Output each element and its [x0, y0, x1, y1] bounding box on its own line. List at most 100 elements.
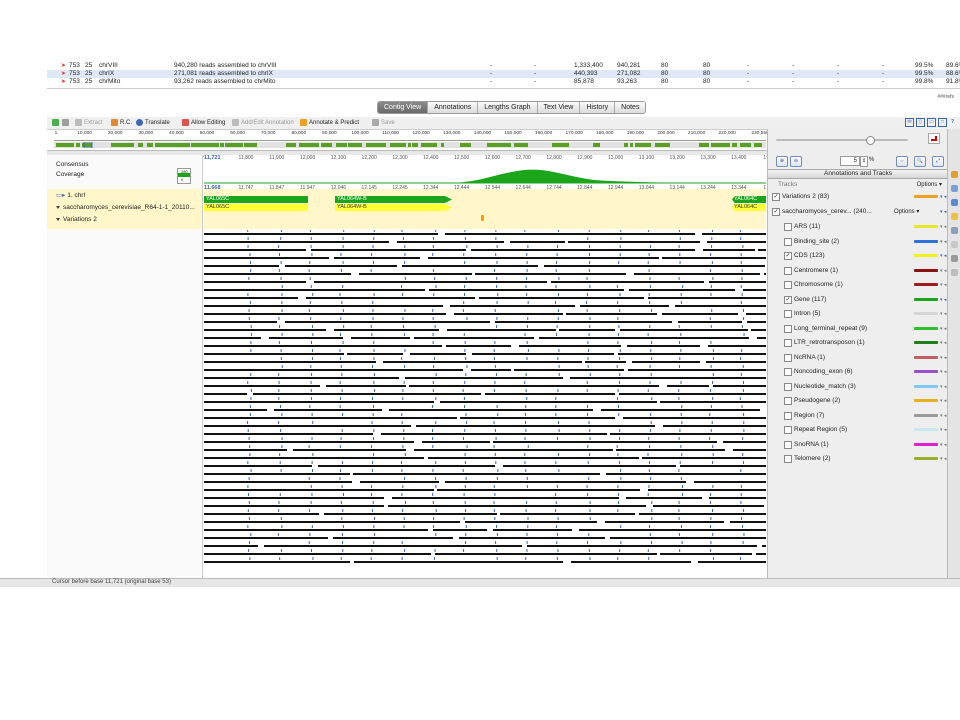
read-bar[interactable] [757, 337, 766, 339]
read-bar[interactable] [264, 545, 522, 547]
read-bar[interactable] [639, 513, 766, 515]
track-row[interactable]: ARS (11) ▾ ◂ ▸ [772, 221, 950, 233]
read-bar[interactable] [493, 441, 717, 443]
back-button[interactable] [52, 118, 61, 128]
zoom-slider-knob[interactable] [866, 136, 875, 145]
track-row[interactable]: Pseudogene (2) ▾ ◂ ▸ [772, 395, 950, 407]
read-bar[interactable] [204, 289, 425, 291]
track-checkbox[interactable]: ✓ [784, 252, 792, 260]
read-bar[interactable] [648, 297, 766, 299]
read-bar[interactable] [450, 305, 575, 307]
read-bar[interactable] [409, 385, 659, 387]
track-row[interactable]: Nucleotide_match (3) ▾ ◂ ▸ [772, 381, 950, 393]
read-bar[interactable] [428, 257, 659, 259]
read-bar[interactable] [648, 489, 766, 491]
read-bar[interactable] [414, 449, 613, 451]
track-checkbox[interactable] [784, 397, 792, 405]
track-checkbox[interactable] [784, 455, 792, 463]
read-bar[interactable] [204, 265, 279, 267]
read-bar[interactable] [204, 561, 350, 563]
track-color-swatch[interactable] [914, 326, 938, 330]
read-bar[interactable] [204, 361, 376, 363]
read-bar[interactable] [311, 249, 466, 251]
read-bar[interactable] [204, 489, 434, 491]
read-bar[interactable] [706, 361, 766, 363]
overview-track[interactable] [54, 142, 766, 148]
read-bar[interactable] [435, 553, 657, 555]
read-bar[interactable] [460, 417, 615, 419]
read-bar[interactable] [204, 529, 428, 531]
read-bar[interactable] [579, 529, 766, 531]
read-bar[interactable] [743, 289, 766, 291]
save-button[interactable]: Save [372, 118, 395, 128]
read-bar[interactable] [618, 353, 766, 355]
read-bar[interactable] [580, 305, 669, 307]
reverse-complement-button[interactable]: R.C. [111, 118, 132, 128]
read-bar[interactable] [495, 321, 672, 323]
read-bar[interactable] [318, 465, 495, 467]
home-icon[interactable] [951, 171, 958, 178]
read-bar[interactable] [440, 401, 657, 403]
read-bar[interactable] [392, 497, 619, 499]
track-checkbox[interactable] [784, 310, 792, 318]
assembly-table-row[interactable]: ➤ 753 25 chrVIII 940,280 reads assembled to … [47, 62, 960, 70]
gene-annotation[interactable]: YAL064W-B [335, 196, 452, 203]
read-bar[interactable] [698, 561, 766, 563]
percent-icon[interactable] [951, 255, 958, 262]
read-bar[interactable] [680, 465, 766, 467]
read-bar[interactable] [324, 513, 497, 515]
read-bar[interactable] [204, 241, 389, 243]
allow-editing-button[interactable]: Allow Editing [182, 118, 225, 128]
read-bar[interactable] [663, 425, 766, 427]
read-bar[interactable] [204, 409, 267, 411]
read-bar[interactable] [285, 265, 397, 267]
read-bar[interactable] [402, 265, 538, 267]
read-bar[interactable] [397, 241, 504, 243]
read-bar[interactable] [204, 545, 258, 547]
annotation-track-label[interactable]: saccharomyces_cerevisiae_R64-1-1_20110..… [56, 204, 195, 211]
read-bar[interactable] [204, 273, 351, 275]
read-bar[interactable] [204, 345, 442, 347]
read-bar[interactable] [628, 369, 766, 371]
read-bar[interactable] [709, 281, 766, 283]
track-color-swatch[interactable] [914, 413, 938, 417]
zoom-selection-button[interactable]: 🔍 [914, 156, 926, 167]
track-color-swatch[interactable] [914, 254, 938, 257]
read-bar[interactable] [414, 337, 534, 339]
read-bar[interactable] [703, 249, 755, 251]
read-bar[interactable] [475, 273, 626, 275]
track-options-button[interactable]: Options ▾ [894, 206, 919, 218]
tab-history[interactable]: History [580, 102, 616, 113]
read-bar[interactable] [204, 305, 443, 307]
track-row[interactable]: Long_terminal_repeat (9) ▾ ◂ ▸ [772, 323, 950, 335]
contig-label[interactable]: ▭▸ 1. chrI [56, 191, 85, 199]
gene-annotation[interactable]: YAL064C [732, 196, 766, 203]
read-bar[interactable] [642, 457, 766, 459]
read-bar[interactable] [746, 313, 766, 315]
track-checkbox[interactable] [784, 411, 792, 420]
read-bar[interactable] [204, 249, 306, 251]
track-checkbox[interactable] [784, 223, 792, 231]
track-color-swatch[interactable] [914, 355, 938, 359]
read-bar[interactable] [204, 497, 384, 499]
read-bar[interactable] [500, 513, 635, 515]
track-color-swatch[interactable] [914, 341, 938, 344]
read-bar[interactable] [610, 537, 766, 539]
read-bar[interactable] [519, 345, 621, 347]
read-bar[interactable] [285, 321, 490, 323]
read-bar[interactable] [571, 561, 691, 563]
read-bar[interactable] [204, 433, 373, 435]
read-bar[interactable] [551, 281, 704, 283]
read-bar[interactable] [713, 385, 766, 387]
track-row[interactable]: ✓ CDS (123) ▾ ◂ ▸ [772, 250, 950, 262]
read-bar[interactable] [433, 529, 487, 531]
tab-contig-view[interactable]: Contig View [378, 102, 429, 113]
track-color-swatch[interactable] [914, 370, 938, 373]
zoom-out-button[interactable]: ⊖ [790, 156, 802, 167]
zoom-in-button[interactable]: ⊕ [776, 156, 788, 167]
read-bar[interactable] [707, 241, 766, 243]
read-bar[interactable] [694, 481, 766, 483]
read-bar[interactable] [334, 257, 420, 259]
read-bar[interactable] [667, 385, 709, 387]
tab-notes[interactable]: Notes [615, 102, 646, 113]
